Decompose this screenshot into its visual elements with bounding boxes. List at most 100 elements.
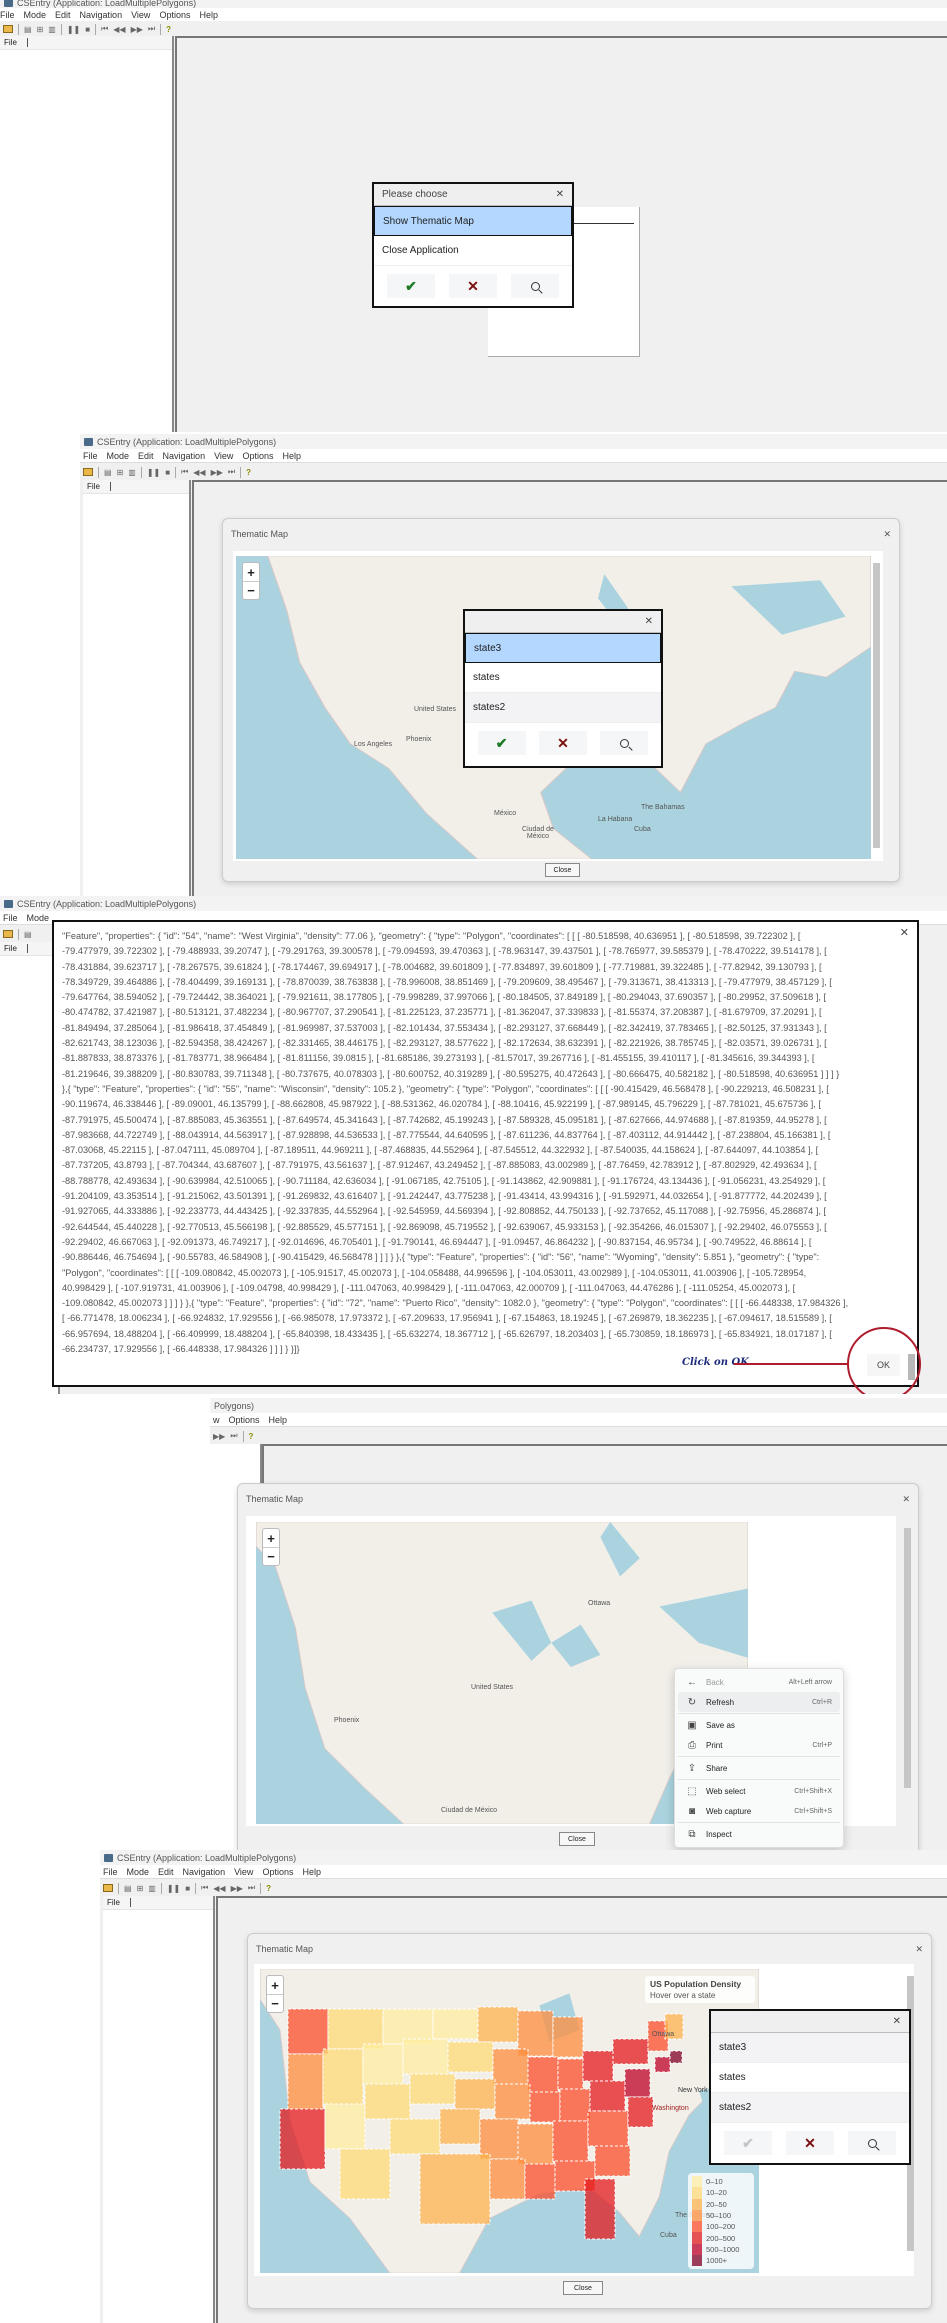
help-key-icon[interactable]: ? <box>246 468 251 477</box>
ok-button[interactable]: ✔ <box>477 731 526 755</box>
last-icon[interactable]: ⏭ <box>230 1431 237 1441</box>
menu-navigation[interactable]: Navigation <box>183 1867 226 1877</box>
close-icon[interactable]: ✕ <box>645 616 653 627</box>
search-button[interactable] <box>600 731 649 755</box>
prev-icon[interactable]: ◀◀ <box>213 1884 225 1893</box>
choice-state3[interactable]: state3 <box>465 633 661 663</box>
close-button[interactable]: Close <box>563 2281 603 2295</box>
next-icon[interactable]: ▶▶ <box>211 468 223 477</box>
close-icon[interactable]: ✕ <box>893 2016 901 2027</box>
insert-case-icon[interactable]: ⊞ <box>117 468 124 477</box>
state-shape[interactable] <box>402 2038 449 2075</box>
zoom-out-button[interactable]: − <box>243 581 259 599</box>
menu-help[interactable]: Help <box>282 451 301 461</box>
state-shape[interactable] <box>287 2053 324 2110</box>
state-shape[interactable] <box>409 2073 456 2105</box>
option-close-application[interactable]: Close Application <box>374 236 572 266</box>
state-shape[interactable] <box>447 2041 494 2073</box>
state-shape[interactable] <box>582 2050 614 2082</box>
menu-options[interactable]: Options <box>242 451 273 461</box>
open-folder-icon[interactable] <box>103 1884 113 1892</box>
next-icon[interactable]: ▶▶ <box>131 25 143 34</box>
close-icon[interactable]: ✕ <box>902 1494 910 1505</box>
state-shape[interactable] <box>552 2120 589 2162</box>
file-tab[interactable]: File <box>4 38 28 47</box>
state-shape[interactable] <box>557 2058 584 2090</box>
state-shape[interactable] <box>432 2008 479 2040</box>
state-shape[interactable] <box>517 2123 554 2165</box>
zoom-in-button[interactable]: + <box>267 1976 283 1994</box>
menu-file[interactable]: File <box>3 913 18 923</box>
menu-help[interactable]: Help <box>302 1867 321 1877</box>
menu-mode[interactable]: Mode <box>24 10 47 20</box>
ok-button[interactable]: OK <box>867 1354 900 1376</box>
stop-icon[interactable]: ■ <box>85 25 90 34</box>
file-tab[interactable]: File <box>107 1898 131 1907</box>
open-folder-icon[interactable] <box>83 468 93 476</box>
prev-icon[interactable]: ◀◀ <box>113 25 125 34</box>
state-shape[interactable] <box>559 2088 591 2122</box>
prev-icon[interactable]: ◀◀ <box>193 468 205 477</box>
menu-file[interactable]: File <box>0 10 15 20</box>
cancel-button[interactable]: ✕ <box>786 2131 834 2155</box>
file-tab[interactable]: File <box>4 944 28 953</box>
verify-case-icon[interactable]: ▥ <box>128 468 136 477</box>
insert-case-icon[interactable]: ⊞ <box>37 25 44 34</box>
menu-edit[interactable]: Edit <box>55 10 71 20</box>
state-shape[interactable] <box>552 2016 584 2058</box>
add-case-icon[interactable]: ▤ <box>24 25 32 34</box>
state-shape[interactable] <box>624 2068 651 2098</box>
state-shape[interactable] <box>389 2118 441 2155</box>
last-icon[interactable]: ⏭ <box>228 467 235 477</box>
close-button[interactable]: Close <box>545 863 580 877</box>
stop-icon[interactable]: ■ <box>165 468 170 477</box>
state-shape[interactable] <box>529 2091 561 2123</box>
menu-help[interactable]: Help <box>199 10 218 20</box>
state-shape[interactable] <box>454 2078 496 2110</box>
state-shape[interactable] <box>654 2056 671 2073</box>
state-shape[interactable] <box>589 2080 626 2112</box>
menu-file[interactable]: File <box>103 1867 118 1877</box>
choropleth-map[interactable]: + − US Population Density Hover over a sta… <box>260 1969 759 2273</box>
last-icon[interactable]: ⏭ <box>248 1883 255 1893</box>
menu-help[interactable]: Help <box>269 1415 288 1425</box>
close-button[interactable]: Close <box>559 1832 595 1846</box>
state-shape[interactable] <box>492 2048 529 2085</box>
first-icon[interactable]: ⏮ <box>201 1883 208 1893</box>
add-case-icon[interactable]: ▤ <box>124 1884 132 1893</box>
first-icon[interactable]: ⏮ <box>101 24 108 34</box>
menu-navigation[interactable]: Navigation <box>163 451 206 461</box>
menu-mode[interactable]: Mode <box>27 913 50 923</box>
pause-icon[interactable]: ❚❚ <box>147 468 160 477</box>
option-show-thematic-map[interactable]: Show Thematic Map <box>374 206 572 236</box>
open-folder-icon[interactable] <box>3 25 13 33</box>
ok-button[interactable]: ✔ <box>387 274 435 298</box>
close-icon[interactable]: ✕ <box>915 1944 923 1955</box>
pause-icon[interactable]: ❚❚ <box>167 1884 180 1893</box>
state-shape[interactable] <box>584 2178 616 2240</box>
state-shape[interactable] <box>587 2110 629 2147</box>
state-shape[interactable] <box>419 2153 491 2225</box>
insert-case-icon[interactable]: ⊞ <box>137 1884 144 1893</box>
stop-icon[interactable]: ■ <box>185 1884 190 1893</box>
choice-states2[interactable]: states2 <box>711 2093 909 2123</box>
help-key-icon[interactable]: ? <box>249 1432 254 1441</box>
choice-states[interactable]: states <box>465 663 661 693</box>
search-button[interactable] <box>848 2131 896 2155</box>
menu-view[interactable]: View <box>214 451 233 461</box>
state-shape[interactable] <box>279 2108 326 2170</box>
state-shape[interactable] <box>339 2148 391 2200</box>
state-shape[interactable] <box>612 2038 649 2065</box>
first-icon[interactable]: ⏮ <box>181 467 188 477</box>
menu-view[interactable]: View <box>131 10 150 20</box>
state-shape[interactable] <box>524 2163 556 2200</box>
menu-options[interactable]: Options <box>229 1415 260 1425</box>
choice-states2[interactable]: states2 <box>465 693 661 723</box>
next-icon[interactable]: ▶▶ <box>231 1884 243 1893</box>
state-shape[interactable] <box>627 2096 654 2128</box>
state-shape[interactable] <box>324 2103 366 2150</box>
menu-file[interactable]: File <box>83 451 98 461</box>
add-case-icon[interactable]: ▤ <box>24 930 32 939</box>
verify-case-icon[interactable]: ▥ <box>148 1884 156 1893</box>
choice-states[interactable]: states <box>711 2063 909 2093</box>
